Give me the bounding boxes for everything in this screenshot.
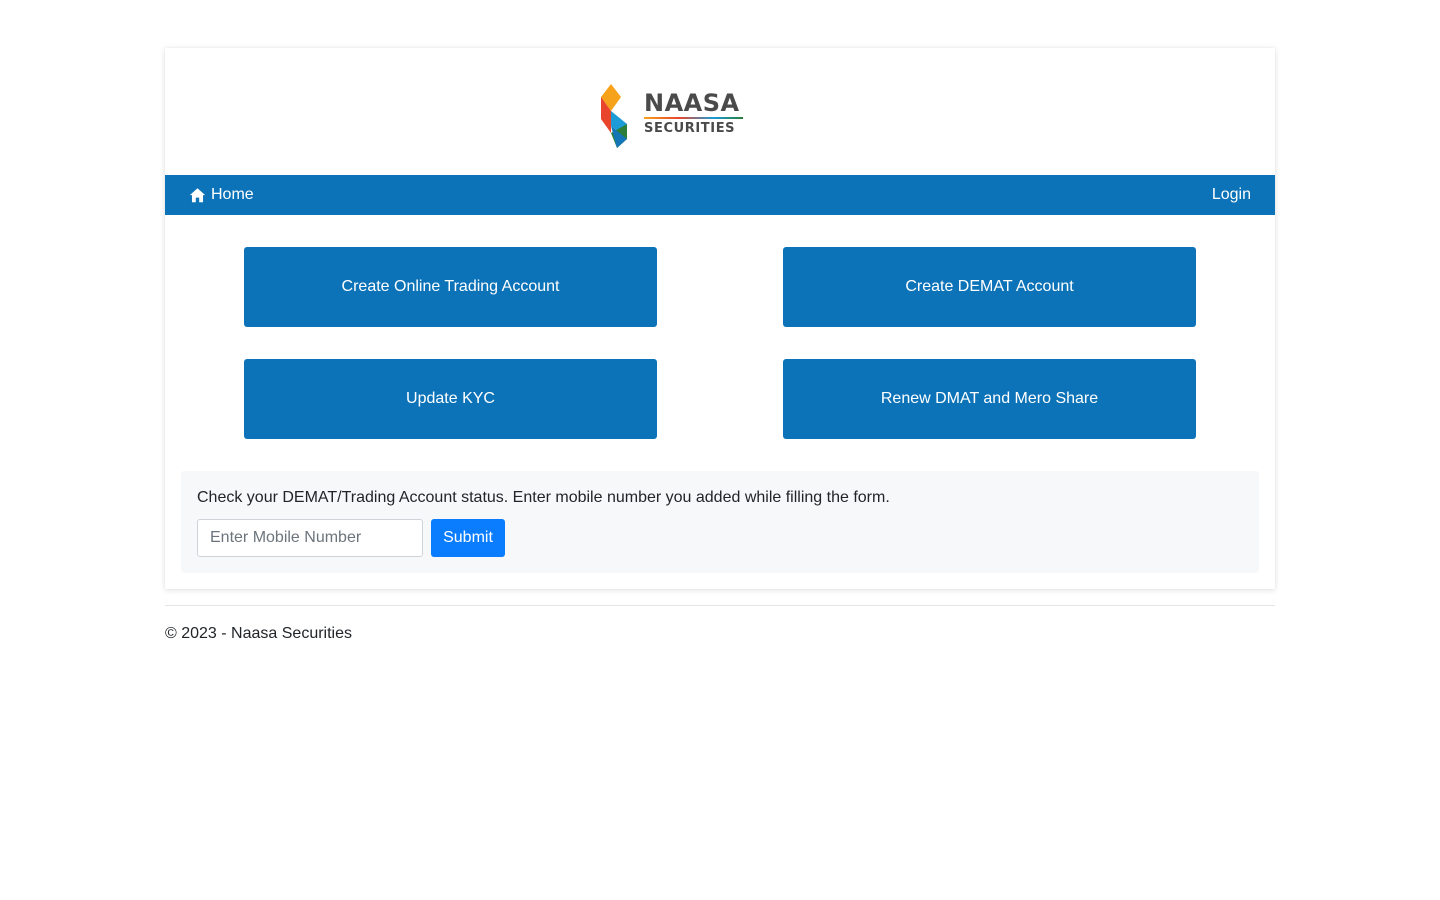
nav-login-link[interactable]: Login <box>1212 175 1251 215</box>
logo-wordmark: NAASA SECURITIES <box>644 90 743 137</box>
create-demat-account-button[interactable]: Create DEMAT Account <box>783 247 1196 327</box>
nav-home-link[interactable]: Home <box>189 175 254 215</box>
account-status-panel: Check your DEMAT/Trading Account status.… <box>181 471 1259 573</box>
footer-divider <box>165 605 1275 606</box>
status-instruction: Check your DEMAT/Trading Account status.… <box>197 489 890 506</box>
mobile-number-input[interactable] <box>197 519 423 557</box>
renew-dmat-mero-share-button[interactable]: Renew DMAT and Mero Share <box>783 359 1196 439</box>
logo-wordmark-line2: SECURITIES <box>644 121 736 136</box>
naasa-logo-mark-icon <box>601 84 627 148</box>
logo-color-bar <box>644 117 743 119</box>
footer-copyright: © 2023 - Naasa Securities <box>165 625 352 642</box>
logo-wordmark-line1: NAASA <box>644 89 740 117</box>
update-kyc-button[interactable]: Update KYC <box>244 359 657 439</box>
submit-button[interactable]: Submit <box>431 519 505 557</box>
nav-home-label: Home <box>211 186 254 203</box>
naasa-logo[interactable]: NAASA SECURITIES <box>601 84 751 148</box>
main-card: NAASA SECURITIES Home Login Create Onlin… <box>165 48 1275 589</box>
header: NAASA SECURITIES <box>165 48 1275 175</box>
navbar: Home Login <box>165 175 1275 215</box>
create-online-trading-account-button[interactable]: Create Online Trading Account <box>244 247 657 327</box>
home-icon <box>189 187 206 202</box>
